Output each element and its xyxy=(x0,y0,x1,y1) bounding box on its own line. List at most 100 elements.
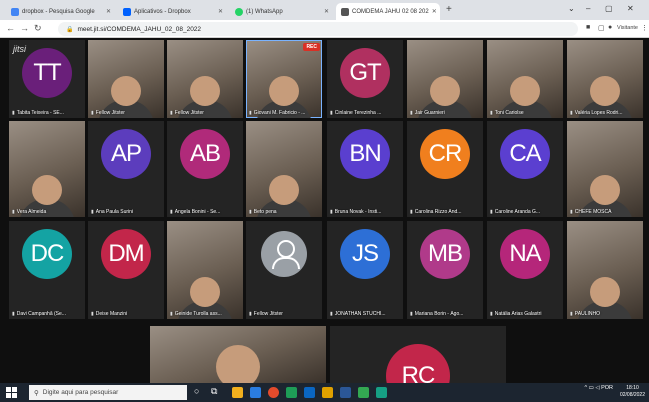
participant-tile[interactable]: ▮ Fellow Jitster xyxy=(88,40,164,118)
profile-avatar[interactable]: ● xyxy=(608,24,612,31)
participant-tile[interactable]: ▮ Beto pena xyxy=(246,121,322,217)
recording-badge: REC xyxy=(303,43,320,51)
whatsapp-icon xyxy=(235,7,243,16)
maximize-button[interactable]: ▢ xyxy=(605,4,613,13)
connection-signal-icon: ▮ xyxy=(12,110,15,116)
participant-avatar: MB xyxy=(420,229,470,279)
participant-tile[interactable]: JS ▮ JONATHAN STUCHI... xyxy=(327,221,403,319)
back-arrow-icon[interactable]: ← xyxy=(6,23,15,33)
tab-google-search[interactable]: dropbox - Pesquisa Google ✕ xyxy=(6,3,116,20)
folder-icon[interactable] xyxy=(322,387,333,398)
participant-name: Tabita Teixeira - SE... xyxy=(16,110,64,116)
participant-video xyxy=(32,175,62,205)
language-indicator[interactable]: POR xyxy=(601,385,613,391)
participant-name: JONATHAN STUCHI... xyxy=(334,311,386,317)
participant-tile[interactable]: BN ▮ Bruna Novak - Insti... xyxy=(327,121,403,217)
app-icon[interactable] xyxy=(376,387,387,398)
tab-title: (1) WhatsApp xyxy=(246,8,283,15)
participant-tile[interactable] xyxy=(150,326,326,383)
file-explorer-icon[interactable] xyxy=(232,387,243,398)
forward-arrow-icon[interactable]: → xyxy=(20,23,29,33)
reload-icon[interactable]: ↻ xyxy=(34,23,42,34)
camera-icon[interactable]: ■ xyxy=(586,24,590,31)
close-tab-icon[interactable]: ✕ xyxy=(106,8,111,15)
close-window-button[interactable]: ✕ xyxy=(627,4,634,13)
participant-tile[interactable]: ▮ Vera Almeida xyxy=(9,121,85,217)
edge-icon[interactable] xyxy=(250,387,261,398)
connection-signal-icon: ▮ xyxy=(570,110,573,116)
connection-signal-icon: ▮ xyxy=(330,311,333,317)
participant-tile[interactable]: DM ▮ Deise Manzini xyxy=(88,221,164,319)
browser-tab-bar: dropbox - Pesquisa Google ✕ Aplicativos … xyxy=(0,0,649,20)
participant-tile[interactable]: ▮ PAULINHO xyxy=(567,221,643,319)
participant-tile[interactable]: AP ▮ Ana Paula Surini xyxy=(88,121,164,217)
participant-name: Fellow Jitster xyxy=(253,311,283,317)
windows-start-icon[interactable] xyxy=(6,387,17,398)
volume-icon[interactable]: ◁ xyxy=(595,385,599,391)
participant-avatar: GT xyxy=(340,48,390,98)
chrome-icon[interactable] xyxy=(268,387,279,398)
participant-name: Beto pena xyxy=(253,209,277,215)
close-tab-icon[interactable]: ✕ xyxy=(218,8,223,15)
store-icon[interactable] xyxy=(304,387,315,398)
chevron-up-icon[interactable]: ^ xyxy=(584,385,587,391)
participant-tile[interactable]: GT ▮ Cinlaine Terezinha ... xyxy=(327,40,403,118)
participant-avatar: JS xyxy=(340,229,390,279)
participant-avatar: NA xyxy=(500,229,550,279)
jitsi-logo: jitsi xyxy=(13,44,26,54)
task-view-icon[interactable]: ⧉ xyxy=(211,386,217,397)
participant-tile[interactable]: ▮ Jair Guarnieri xyxy=(407,40,483,118)
participant-name-label: ▮ Vera Almeida xyxy=(12,209,82,215)
participant-name: Natália Arias Galastri xyxy=(494,311,542,317)
participant-tile[interactable]: REC ▮ Giovani M. Fabricio - ... xyxy=(246,40,322,118)
participant-tile[interactable]: CA ▮ Caroline Aranda G... xyxy=(487,121,563,217)
participant-name-label: ▮ Giovani M. Fabricio - ... xyxy=(249,110,319,116)
participant-tile[interactable]: TT jitsi ▮ Tabita Teixeira - SE... xyxy=(9,40,85,118)
clock[interactable]: 18:10 02/08/2022 xyxy=(620,385,645,399)
tab-search-icon[interactable]: ⌄ xyxy=(568,4,575,13)
participant-video xyxy=(269,175,299,205)
sidepanel-icon[interactable]: ▢ xyxy=(598,24,605,32)
connection-signal-icon: ▮ xyxy=(91,110,94,116)
system-tray[interactable]: ^ ▭ ◁ POR xyxy=(584,385,613,391)
connection-signal-icon: ▮ xyxy=(170,209,173,215)
word-icon[interactable] xyxy=(340,387,351,398)
close-tab-icon[interactable]: ✕ xyxy=(432,8,437,15)
participant-tile[interactable]: ▮ Geinide Turolla ass... xyxy=(167,221,243,319)
participant-tile[interactable]: MB ▮ Mariana Borin - Ágo... xyxy=(407,221,483,319)
participant-tile[interactable]: RC xyxy=(330,326,506,383)
participant-name-label: ▮ Jair Guarnieri xyxy=(410,110,480,116)
participant-name-label: ▮ Bruna Novak - Insti... xyxy=(330,209,400,215)
tab-title: dropbox - Pesquisa Google xyxy=(22,8,95,15)
participant-tile[interactable]: DC ▮ Davi Campanhã (Se... xyxy=(9,221,85,319)
participant-avatar: TT xyxy=(22,48,72,98)
menu-dots-icon[interactable]: ⋮ xyxy=(641,24,648,32)
cortana-icon[interactable]: ○ xyxy=(194,386,199,396)
participant-name: Geinide Turolla ass... xyxy=(174,311,222,317)
tab-dropbox[interactable]: Aplicativos - Dropbox ✕ xyxy=(118,3,228,20)
taskbar-search-input[interactable]: ⚲ Digite aqui para pesquisar xyxy=(29,385,187,400)
tab-comdema-meeting[interactable]: COMDEMA JAHU 02 08 202 ✕ xyxy=(336,3,440,20)
participant-name-label: ▮ CHEFE MOSCA xyxy=(570,209,640,215)
tab-whatsapp[interactable]: (1) WhatsApp ✕ xyxy=(230,3,334,20)
office-icon[interactable] xyxy=(286,387,297,398)
participant-tile[interactable]: ▮ Valéria Lopes Rodri... xyxy=(567,40,643,118)
participant-tile[interactable]: NA ▮ Natália Arias Galastri xyxy=(487,221,563,319)
network-icon[interactable]: ▭ xyxy=(589,385,594,391)
participant-tile[interactable]: AB ▮ Angela Bonini - Se... xyxy=(167,121,243,217)
participant-tile[interactable]: ▮ Fellow Jitster xyxy=(246,221,322,319)
close-tab-icon[interactable]: ✕ xyxy=(324,8,329,15)
participant-video xyxy=(590,175,620,205)
participant-tile[interactable]: CR ▮ Carolina Rizzo And... xyxy=(407,121,483,217)
participant-tile[interactable]: ▮ Fellow Jitster xyxy=(167,40,243,118)
connection-signal-icon: ▮ xyxy=(91,311,94,317)
connection-signal-icon: ▮ xyxy=(410,110,413,116)
minimize-button[interactable]: – xyxy=(586,4,590,13)
participant-name: Carolina Rizzo And... xyxy=(414,209,462,215)
address-input[interactable]: 🔒 meet.jit.si/COMDEMA_JAHU_02_08_2022 xyxy=(58,22,578,36)
excel-icon[interactable] xyxy=(358,387,369,398)
participant-avatar: CA xyxy=(500,129,550,179)
participant-tile[interactable]: ▮ Toni Cariolse xyxy=(487,40,563,118)
new-tab-button[interactable]: + xyxy=(446,4,452,15)
participant-tile[interactable]: ▮ CHEFE MOSCA xyxy=(567,121,643,217)
